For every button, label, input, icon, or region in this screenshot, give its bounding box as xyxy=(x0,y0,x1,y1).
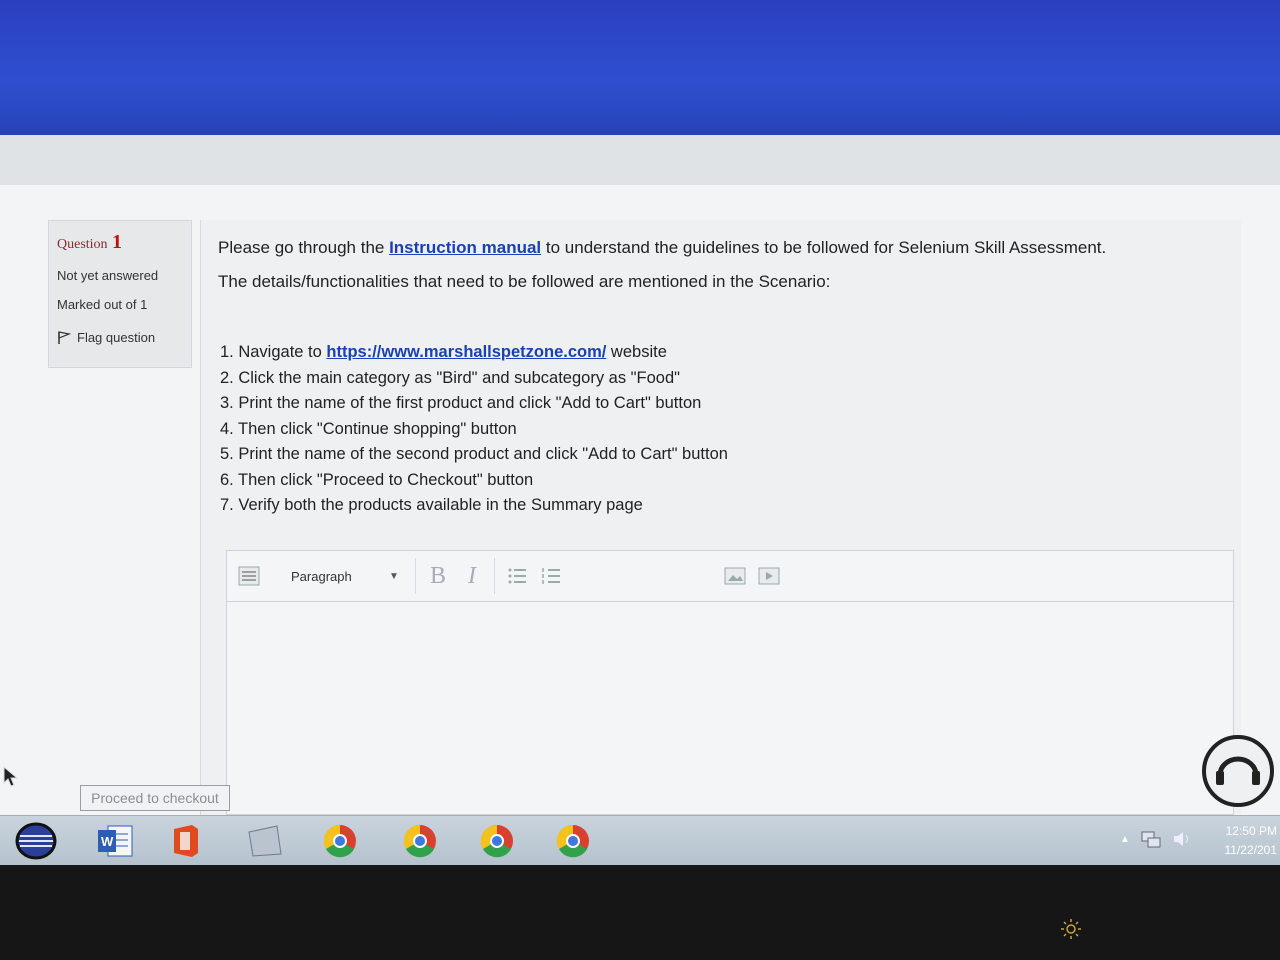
step-item: 2. Click the main category as "Bird" and… xyxy=(220,368,680,387)
volume-icon[interactable] xyxy=(1172,830,1192,848)
network-icon[interactable] xyxy=(1140,830,1162,848)
question-marks: Marked out of 1 xyxy=(57,297,148,312)
numbered-list-button[interactable] xyxy=(539,564,563,588)
step-item: 5. Print the name of the second product … xyxy=(220,445,728,463)
website-link[interactable]: https://www.marshallspetzone.com/ xyxy=(326,343,606,361)
intro-text-end: to understand the guidelines to be follo… xyxy=(541,238,1107,257)
word-icon: W xyxy=(98,825,133,857)
desktop-background xyxy=(0,0,1280,135)
answer-editor: Paragraph ▼ B I xyxy=(226,550,1234,815)
question-label: Question xyxy=(57,237,108,252)
flag-question-button[interactable]: Flag question xyxy=(57,330,183,345)
folder-icon xyxy=(248,825,282,857)
windows-logo-icon xyxy=(15,822,57,860)
media-icon xyxy=(758,567,780,585)
chrome-icon xyxy=(403,824,436,858)
start-button[interactable] xyxy=(14,822,58,860)
intro-paragraph: Please go through the Instruction manual… xyxy=(218,238,1106,258)
toolbar-toggle-button[interactable] xyxy=(237,564,261,588)
taskbar-chrome-2[interactable] xyxy=(385,820,455,862)
question-info-panel: Question 1 Not yet answered Marked out o… xyxy=(48,220,192,368)
italic-button[interactable]: I xyxy=(460,563,484,589)
taskbar-chrome-4[interactable] xyxy=(538,820,608,862)
toolbar-divider xyxy=(415,558,416,594)
step-item: 1. Navigate to https://www.marshallspetz… xyxy=(220,340,728,366)
paragraph-format-select[interactable]: Paragraph xyxy=(271,569,379,584)
clock-time: 12:50 PM xyxy=(1225,824,1277,838)
scenario-steps: 1. Navigate to https://www.marshallspetz… xyxy=(220,340,728,519)
step-item: 6. Then click "Proceed to Checkout" butt… xyxy=(220,470,534,489)
page-header-strip xyxy=(0,135,1280,185)
taskbar-word[interactable]: W xyxy=(80,820,150,862)
question-content: Please go through the Instruction manual… xyxy=(200,220,1241,815)
intro-text: Please go through the xyxy=(218,238,390,257)
proceed-to-checkout-button[interactable]: Proceed to checkout xyxy=(80,785,230,811)
chrome-icon xyxy=(480,824,513,858)
toolbar-toggle-icon xyxy=(238,566,260,586)
question-number: 1 xyxy=(112,231,123,253)
support-chat-icon[interactable] xyxy=(1198,733,1278,818)
monitor-bezel xyxy=(0,865,1280,960)
office-icon xyxy=(174,825,198,857)
tray-expand-icon[interactable]: ▲ xyxy=(1120,834,1130,845)
taskbar-office[interactable] xyxy=(150,820,220,862)
flag-icon xyxy=(58,330,71,344)
bullet-list-icon xyxy=(508,568,526,584)
question-status: Not yet answered xyxy=(57,268,159,283)
insert-image-button[interactable] xyxy=(723,564,747,588)
step-item: 4. Then click "Continue shopping" button xyxy=(220,419,517,438)
question-heading: Question 1 xyxy=(57,231,183,254)
taskbar-app-folder[interactable] xyxy=(230,820,300,862)
bullet-list-button[interactable] xyxy=(505,564,529,588)
mouse-cursor-icon xyxy=(2,765,22,794)
chevron-down-icon[interactable]: ▼ xyxy=(389,571,405,582)
instruction-manual-link[interactable]: Instruction manual xyxy=(389,238,541,257)
taskbar-chrome-3[interactable] xyxy=(462,820,532,862)
brightness-icon xyxy=(1060,918,1082,945)
clock-date: 11/22/201 xyxy=(1224,843,1278,857)
editor-toolbar: Paragraph ▼ B I xyxy=(227,551,1233,602)
taskbar-chrome-1[interactable] xyxy=(305,820,375,862)
step-text: 1. Navigate to xyxy=(220,343,327,361)
step-text-end: website xyxy=(606,343,667,361)
windows-taskbar: W ▲ 12:50 PM 11/22/201 xyxy=(0,815,1280,866)
taskbar-clock[interactable]: 12:50 PM 11/22/201 xyxy=(1205,822,1278,860)
system-tray: ▲ xyxy=(1120,830,1192,848)
svg-text:W: W xyxy=(101,834,114,849)
toolbar-divider xyxy=(494,558,495,594)
step-item: 7. Verify both the products available in… xyxy=(220,496,643,514)
chrome-icon xyxy=(323,824,356,858)
details-paragraph: The details/functionalities that need to… xyxy=(218,272,831,291)
bold-button[interactable]: B xyxy=(426,563,450,589)
chrome-icon xyxy=(556,824,589,858)
step-item: 3. Print the name of the first product a… xyxy=(220,394,702,412)
flag-question-label: Flag question xyxy=(77,330,156,345)
image-icon xyxy=(724,567,746,585)
insert-media-button[interactable] xyxy=(757,564,781,588)
numbered-list-icon xyxy=(542,568,560,584)
